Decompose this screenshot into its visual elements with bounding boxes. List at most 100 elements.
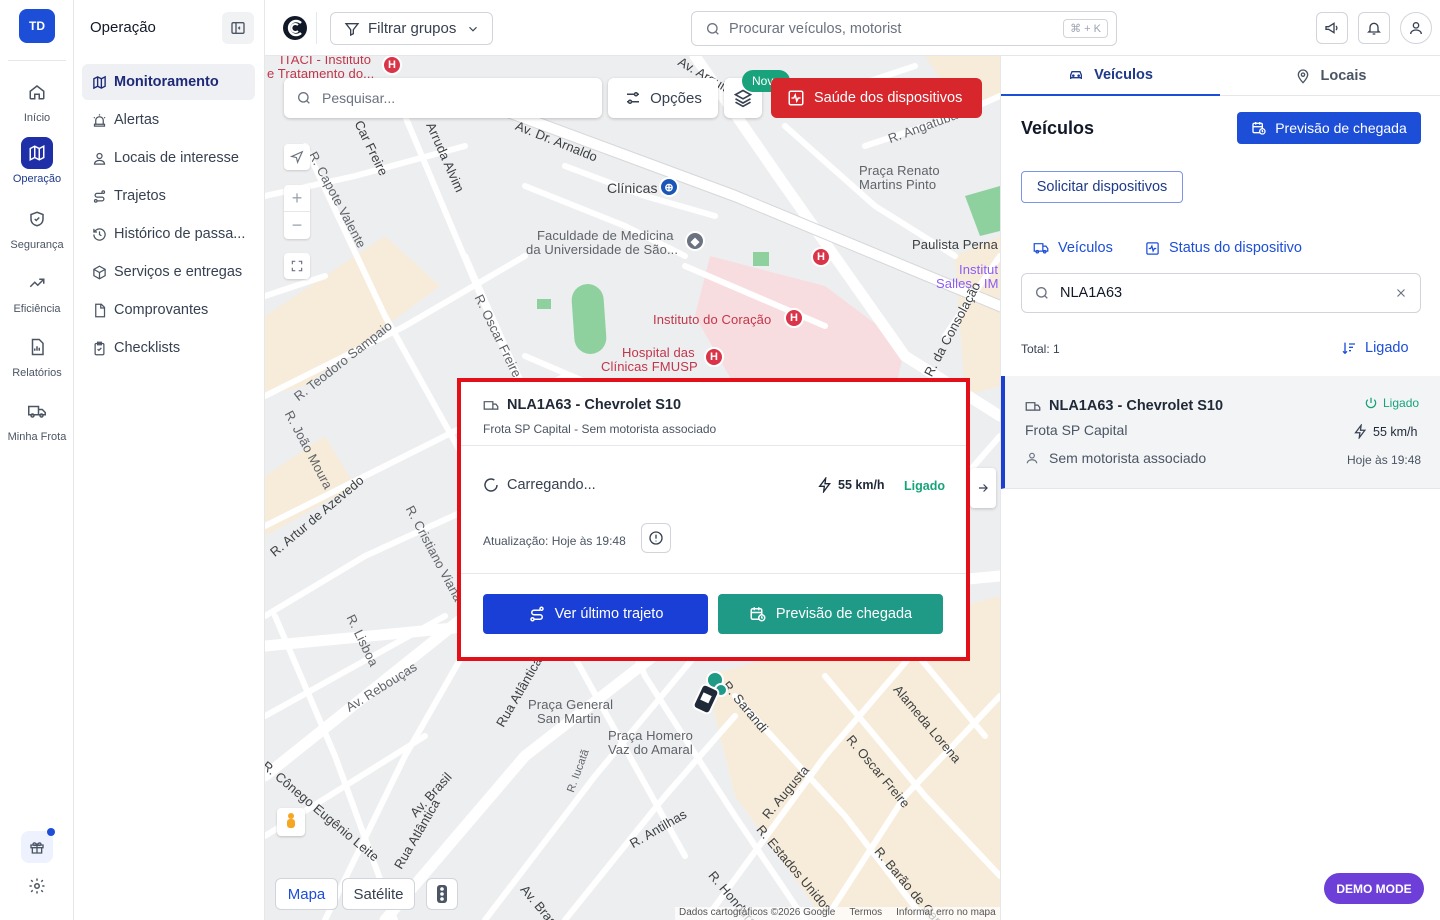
sidebar-item-servicos[interactable]: Serviços e entregas <box>82 254 255 290</box>
global-search[interactable]: ⌘ + K <box>691 11 1117 46</box>
device-health-button[interactable]: Saúde dos dispositivos <box>771 78 982 118</box>
metro-station-icon[interactable]: ⊕ <box>659 177 679 197</box>
sort-by-button[interactable]: Ligado <box>1341 340 1409 356</box>
locate-button[interactable] <box>284 144 310 170</box>
user-profile-button[interactable] <box>1400 12 1432 44</box>
rail-item-eficiencia[interactable]: Eficiência <box>0 267 74 315</box>
user-icon <box>1410 22 1422 35</box>
sidebar-item-comprovantes[interactable]: Comprovantes <box>82 292 255 328</box>
report-error-link[interactable]: Informar erro no mapa <box>896 907 996 920</box>
rail-item-relatorios[interactable]: Relatórios <box>0 331 74 379</box>
tab-vehicles[interactable]: Veículos <box>1001 56 1220 96</box>
hospital-pin-icon[interactable]: H <box>382 56 402 75</box>
terms-link[interactable]: Termos <box>849 907 882 920</box>
hospital-pin-icon[interactable]: H <box>811 247 831 267</box>
operation-sidebar: Operação Monitoramento Alertas Locais de… <box>74 0 265 920</box>
popup-address-loading: Carregando... <box>483 477 596 493</box>
tab-vehicles-label: Veículos <box>1094 67 1153 83</box>
user-avatar[interactable]: TD <box>19 9 55 43</box>
subtab-vehicles[interactable]: Veículos <box>1033 240 1113 256</box>
update-info-button[interactable] <box>641 523 671 553</box>
brand-logo[interactable] <box>281 14 309 42</box>
health-pulse-icon <box>788 90 804 106</box>
rail-item-inicio[interactable]: Início <box>0 76 74 124</box>
university-icon[interactable]: ◆ <box>685 231 705 251</box>
zoom-out-button[interactable]: − <box>284 212 310 239</box>
gift-button[interactable] <box>21 831 53 863</box>
map-label: Hospital das <box>622 345 695 360</box>
fullscreen-button[interactable] <box>284 253 310 279</box>
sidebar-item-monitoramento[interactable]: Monitoramento <box>82 64 255 100</box>
traffic-layer-button[interactable] <box>426 878 458 910</box>
hospital-pin-icon[interactable]: H <box>784 308 804 328</box>
history-icon <box>91 226 107 242</box>
rail-item-operacao[interactable]: Operação <box>0 137 74 185</box>
options-label: Opções <box>650 89 702 107</box>
rail-item-label: Minha Frota <box>7 431 67 443</box>
panel-arrival-forecast-button[interactable]: Previsão de chegada <box>1237 112 1421 144</box>
sidebar-title: Operação <box>90 19 156 36</box>
vehicle-search-input[interactable] <box>1060 285 1380 301</box>
map-label: Institut <box>959 262 999 277</box>
loading-text: Carregando... <box>507 477 596 493</box>
map-label: Clínicas FMUSP <box>601 359 698 374</box>
nav-rail: TD Início Operação Segurança Eficiência … <box>0 0 74 920</box>
vehicles-panel: Veículos Locais Veículos Previsão de che… <box>1000 56 1440 920</box>
rail-item-label: Início <box>23 112 51 124</box>
map-search-input[interactable] <box>322 90 572 106</box>
sidebar-item-alertas[interactable]: Alertas <box>82 102 255 138</box>
search-icon <box>1036 287 1048 299</box>
rail-item-minha-frota[interactable]: Minha Frota <box>0 395 74 443</box>
map-type-satellite-button[interactable]: Satélite <box>342 878 415 910</box>
filter-groups-label: Filtrar grupos <box>368 20 457 37</box>
map-view[interactable]: ITACI - Instituto e Tratamento do... H A… <box>265 56 1000 920</box>
siren-icon <box>91 112 107 128</box>
sidebar-item-trajetos[interactable]: Trajetos <box>82 178 255 214</box>
panel-collapse-icon <box>231 22 245 34</box>
map-data-credit: Dados cartográficos ©2026 Google <box>679 907 836 918</box>
subtab-vehicles-label: Veículos <box>1058 240 1113 256</box>
options-button[interactable]: Opções <box>608 78 718 118</box>
map-type-map-button[interactable]: Mapa <box>275 878 338 910</box>
hospital-pin-icon[interactable]: H <box>704 347 724 367</box>
collapse-sidebar-button[interactable] <box>222 12 254 44</box>
global-search-input[interactable] <box>729 20 1049 37</box>
request-devices-button[interactable]: Solicitar dispositivos <box>1021 171 1183 203</box>
sidebar-item-historico[interactable]: Histórico de passa... <box>82 216 255 252</box>
arrival-forecast-label: Previsão de chegada <box>775 606 913 622</box>
rail-item-seguranca[interactable]: Segurança <box>0 203 74 251</box>
zoom-in-button[interactable]: + <box>284 185 310 212</box>
vehicle-marker[interactable] <box>689 670 733 716</box>
popup-vehicle-subtitle: Frota SP Capital - Sem motorista associa… <box>483 422 717 436</box>
announcements-button[interactable] <box>1316 12 1348 44</box>
info-icon <box>649 531 663 545</box>
sidebar-item-label: Histórico de passa... <box>114 226 246 242</box>
map-label: Paulista Perna <box>912 237 998 252</box>
popup-speed: 55 km/h <box>817 477 885 493</box>
trending-up-icon <box>21 267 53 299</box>
sidebar-item-locais[interactable]: Locais de interesse <box>82 140 255 176</box>
clear-search-icon[interactable] <box>1394 286 1408 300</box>
vehicle-search[interactable] <box>1021 273 1421 313</box>
map-search[interactable] <box>284 78 602 118</box>
expand-panel-button[interactable] <box>970 468 996 508</box>
route-icon <box>529 606 544 622</box>
route-icon <box>91 188 107 204</box>
arrival-forecast-button[interactable]: Previsão de chegada <box>718 594 943 634</box>
notifications-button[interactable] <box>1358 12 1390 44</box>
keyboard-shortcut-badge: ⌘ + K <box>1063 19 1108 38</box>
shield-icon <box>21 203 53 235</box>
sidebar-item-checklists[interactable]: Checklists <box>82 330 255 366</box>
vehicle-list-item[interactable]: NLA1A63 - Chevrolet S10 Ligado Frota SP … <box>1001 376 1440 489</box>
tab-places[interactable]: Locais <box>1220 56 1440 96</box>
vehicle-fleet: Frota SP Capital <box>1025 422 1128 438</box>
view-last-route-button[interactable]: Ver último trajeto <box>483 594 708 634</box>
filter-groups-button[interactable]: Filtrar grupos <box>330 12 493 45</box>
subtab-device-status-label: Status do dispositivo <box>1169 240 1302 256</box>
subtab-device-status[interactable]: Status do dispositivo <box>1145 240 1302 256</box>
settings-button[interactable] <box>25 874 49 898</box>
street-view-button[interactable] <box>277 808 305 836</box>
vehicle-marker-icon <box>692 671 728 715</box>
logo-icon <box>283 16 307 40</box>
sidebar-item-label: Comprovantes <box>114 302 209 318</box>
